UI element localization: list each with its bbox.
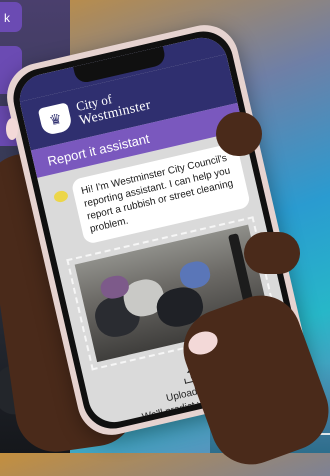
- council-crest-icon: ♛: [37, 102, 74, 137]
- background-chip-text: k: [4, 11, 10, 25]
- background-chip: k: [0, 2, 22, 32]
- rubbish-bag: [177, 258, 213, 291]
- right-finger: [244, 232, 300, 274]
- right-fingertip: [216, 112, 262, 156]
- chat-bubble-icon: [52, 189, 70, 204]
- left-finger-nail: [6, 118, 18, 140]
- brand-name: City of Westminster: [74, 83, 152, 128]
